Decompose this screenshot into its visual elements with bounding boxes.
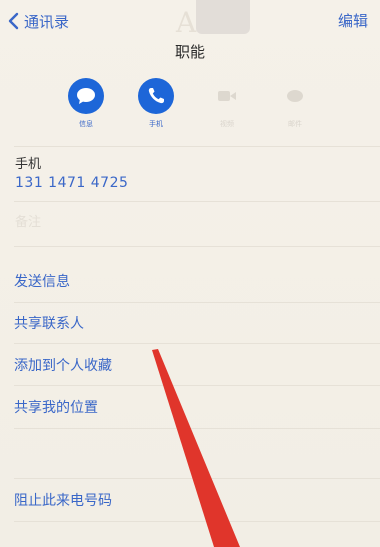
video-action-circle: [209, 78, 245, 114]
mail-action-circle: [277, 78, 313, 114]
chevron-left-icon: [8, 12, 19, 30]
divider: [14, 246, 380, 247]
divider: [14, 478, 380, 479]
message-action-label: 信息: [79, 120, 93, 128]
add-to-favorites-item[interactable]: 添加到个人收藏: [14, 355, 112, 375]
divider: [14, 343, 380, 344]
phone-number-link[interactable]: 131 1471 4725: [15, 175, 128, 191]
avatar-initial: A: [176, 6, 197, 39]
phone-icon: [148, 88, 164, 104]
send-message-item[interactable]: 发送信息: [14, 271, 70, 291]
back-button-label: 通讯录: [24, 12, 70, 31]
phone-field-label: 手机: [15, 157, 42, 172]
video-icon: [218, 91, 236, 101]
mail-action-label: 邮件: [288, 120, 302, 128]
action-row: 信息 手机 视频 邮件: [0, 78, 380, 138]
divider: [14, 146, 380, 147]
red-arrow-shape: [152, 349, 240, 547]
video-action-label: 视频: [220, 120, 234, 128]
contact-detail-screen: 通讯录 A 编辑 职能 信息 手机 视频 邮件 手机 131 1471 4725…: [0, 0, 380, 547]
share-location-item[interactable]: 共享我的位置: [14, 397, 98, 417]
divider: [14, 302, 380, 303]
video-action-button[interactable]: 视频: [199, 78, 255, 129]
avatar: [196, 0, 250, 34]
contact-name: 职能: [174, 43, 205, 61]
edit-button[interactable]: 编辑: [338, 10, 368, 31]
mail-icon: [287, 90, 303, 102]
block-caller-item[interactable]: 阻止此来电号码: [14, 490, 112, 510]
message-action-circle: [68, 78, 104, 114]
phone-action-label: 手机: [149, 120, 163, 128]
divider: [14, 521, 380, 522]
phone-action-button[interactable]: 手机: [128, 78, 184, 129]
divider: [14, 385, 380, 386]
message-icon: [77, 88, 95, 104]
notes-field-label: 备注: [15, 215, 42, 230]
divider: [14, 201, 380, 202]
phone-action-circle: [138, 78, 174, 114]
share-contact-item[interactable]: 共享联系人: [14, 313, 84, 333]
divider: [14, 428, 380, 429]
back-button[interactable]: 通讯录: [6, 10, 69, 32]
message-action-button[interactable]: 信息: [58, 78, 114, 129]
mail-action-button[interactable]: 邮件: [267, 78, 323, 129]
